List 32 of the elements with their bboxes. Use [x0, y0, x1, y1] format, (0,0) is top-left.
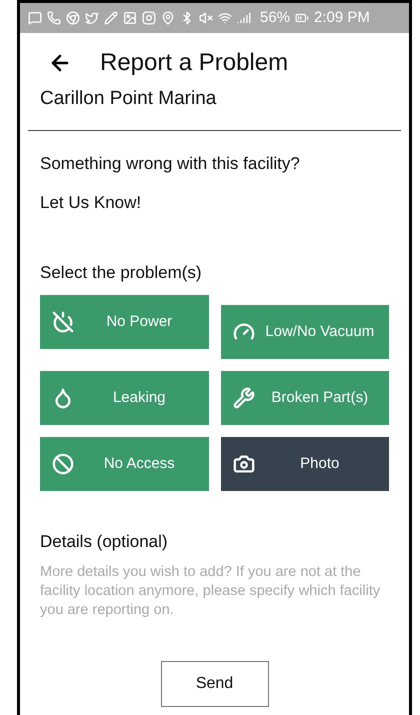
location-icon: [161, 11, 175, 25]
problem-button[interactable]: Leaking: [40, 371, 208, 425]
camera-icon: [232, 453, 254, 475]
details-label: Details (optional): [39, 531, 169, 553]
problem-button[interactable]: Photo: [220, 437, 389, 491]
intro-text: Something wrong with this facility?: [40, 152, 301, 174]
problem-button[interactable]: No Power: [40, 295, 208, 349]
problem-button[interactable]: No Access: [40, 437, 208, 491]
problem-button[interactable]: Broken Part(s): [220, 371, 389, 425]
problem-button[interactable]: Low/No Vacuum: [220, 305, 389, 359]
browser-icon: [66, 11, 80, 25]
section-heading: Select the problem(s): [39, 262, 203, 284]
send-button[interactable]: Send: [160, 660, 268, 706]
ban-icon: [52, 453, 74, 475]
power-off-icon: [52, 311, 74, 333]
mute-icon: [199, 11, 213, 25]
message-icon: [28, 11, 42, 25]
clock: 2:09 PM: [314, 8, 370, 28]
signal-icon: [237, 11, 251, 25]
camera-icon: [142, 11, 156, 25]
battery-icon: [295, 11, 310, 25]
image-icon: [123, 11, 137, 25]
pencil-icon: [104, 11, 118, 25]
details-field[interactable]: More details you wish to add? If you are not at the facility location anymore, please specify which facility you are reporting on.: [40, 562, 389, 632]
battery-level: 56%: [260, 8, 290, 28]
phone-icon: [47, 11, 61, 25]
facility-name: Carillon Point Marina: [40, 87, 218, 111]
wrench-icon: [232, 387, 254, 409]
wifi-icon: [218, 11, 232, 25]
bird-icon: [85, 11, 99, 25]
intro-text: Let Us Know!: [40, 192, 142, 214]
screen-title: Report a Problem: [100, 48, 288, 78]
